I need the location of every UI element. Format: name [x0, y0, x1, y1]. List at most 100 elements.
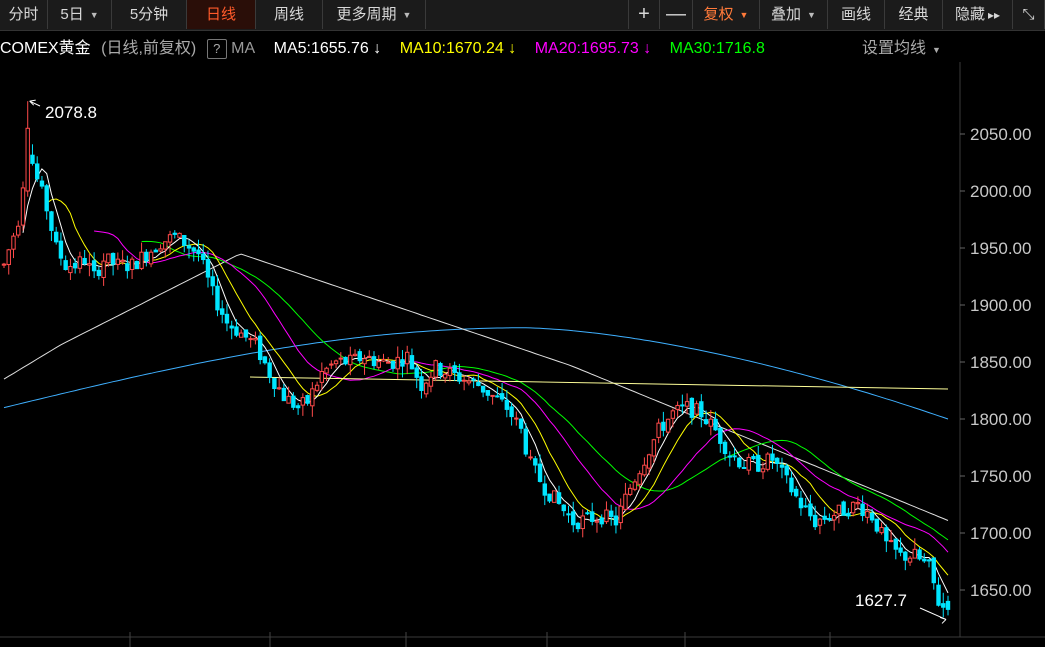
candle-down — [841, 501, 846, 516]
candle-down — [182, 235, 187, 246]
candle-down — [457, 372, 462, 382]
candle-down — [49, 211, 54, 231]
period-mode: (日线,前复权) — [101, 40, 197, 57]
chevron-down-icon: ▼ — [89, 9, 99, 20]
candle-down — [751, 455, 756, 460]
ma-label[interactable]: MA — [231, 40, 255, 57]
candle-up — [433, 360, 438, 378]
candle-down — [789, 477, 794, 493]
candle-down — [936, 584, 941, 606]
candle-down — [509, 406, 514, 418]
kline-chart[interactable]: 2050.00 2000.00 1950.00 1900.00 1850.00 1800.… — [0, 62, 1045, 647]
candle-down — [585, 512, 590, 515]
candle-up — [177, 232, 182, 238]
candle-down — [63, 260, 68, 271]
period-tab-4[interactable]: 周线 — [256, 0, 323, 29]
period-tab-label: 更多周期 — [336, 6, 397, 23]
candle-down — [922, 558, 927, 562]
candle-down — [571, 511, 576, 526]
candle-up — [632, 481, 638, 490]
price-tick-label: 1800.00 — [970, 410, 1031, 429]
set-ma-button[interactable]: 设置均线 ▼ — [860, 36, 962, 62]
period-tab-2[interactable]: 5分钟 — [112, 0, 187, 29]
candle-up — [461, 379, 467, 382]
candle-down — [495, 395, 500, 398]
price-tick-label: 1900.00 — [970, 296, 1031, 315]
candle-up — [167, 234, 173, 243]
fullscreen-icon[interactable]: ⤡ — [1013, 0, 1045, 29]
candle-down — [305, 395, 310, 404]
overlay-button[interactable]: 叠加 ▼ — [760, 0, 828, 29]
candle-up — [831, 514, 837, 521]
candle-down — [775, 457, 780, 464]
candle-up — [395, 356, 400, 370]
candle-up — [405, 351, 410, 365]
price-tick-label: 1950.00 — [970, 239, 1031, 258]
candle-down — [357, 351, 362, 362]
period-tab-3[interactable]: 日线 — [187, 0, 256, 29]
candle-down — [267, 362, 272, 378]
zoom-out-button[interactable]: — — [660, 0, 693, 29]
candle-up — [912, 548, 917, 559]
candle-up — [888, 540, 894, 543]
candle-up — [324, 367, 329, 374]
candle-down — [35, 163, 40, 180]
candle-down — [699, 401, 704, 418]
classic-button[interactable]: 经典 — [885, 0, 943, 29]
candle-up — [6, 249, 11, 266]
draw-line-button-label: 画线 — [840, 6, 871, 23]
ma10-arrow-icon: ↓ — [508, 40, 517, 57]
candle-down — [945, 600, 951, 610]
candle-up — [158, 248, 163, 252]
candle-down — [689, 397, 695, 418]
candle-up — [25, 127, 30, 192]
candle-down — [812, 514, 818, 528]
candle-down — [499, 393, 505, 400]
candle-down — [893, 538, 899, 550]
price-tick-label: 2050.00 — [970, 125, 1031, 144]
candle-down — [186, 245, 192, 249]
candle-up — [68, 266, 73, 274]
chevron-down-icon: ▼ — [807, 9, 816, 20]
candle-down — [452, 365, 457, 374]
period-tab-0[interactable]: 分时 — [0, 0, 48, 29]
candle-down — [419, 376, 424, 391]
candle-down — [770, 453, 775, 461]
hide-button[interactable]: 隐藏 ▸▸ — [943, 0, 1013, 29]
candle-up — [276, 387, 282, 390]
help-icon[interactable]: ? — [206, 39, 227, 59]
candle-down — [533, 458, 538, 466]
candle-down — [257, 335, 263, 361]
candle-down — [504, 399, 510, 410]
adjust-button[interactable]: 复权 ▼ — [693, 0, 760, 29]
candle-up — [428, 376, 434, 387]
draw-line-button[interactable]: 画线 — [828, 0, 885, 29]
candle-down — [234, 326, 239, 336]
candle-down — [784, 465, 789, 476]
zoom-out-button-label: — — [666, 3, 686, 25]
candle-down — [58, 240, 64, 259]
candle-down — [613, 515, 619, 526]
candle-up — [253, 337, 258, 341]
candle-down — [566, 513, 571, 516]
candle-down — [860, 503, 865, 517]
candle-up — [423, 382, 429, 395]
candle-up — [466, 380, 472, 384]
candle-down — [144, 251, 149, 262]
candle-down — [561, 504, 566, 512]
period-tab-label: 5分钟 — [129, 6, 169, 23]
zoom-in-button[interactable]: + — [628, 0, 660, 29]
period-tab-1[interactable]: 5日 ▼ — [48, 0, 112, 29]
candle-up — [646, 454, 652, 469]
candle-up — [694, 403, 699, 415]
adjust-button-label: 复权 — [703, 6, 734, 23]
candle-up — [642, 464, 647, 476]
candle-up — [836, 504, 842, 515]
candle-down — [547, 493, 552, 502]
candle-down — [201, 253, 206, 261]
candle-up — [352, 353, 358, 357]
candle-down — [39, 180, 45, 187]
candle-up — [148, 251, 154, 265]
period-tab-5[interactable]: 更多周期 ▼ — [323, 0, 426, 29]
candle-up — [129, 258, 135, 271]
